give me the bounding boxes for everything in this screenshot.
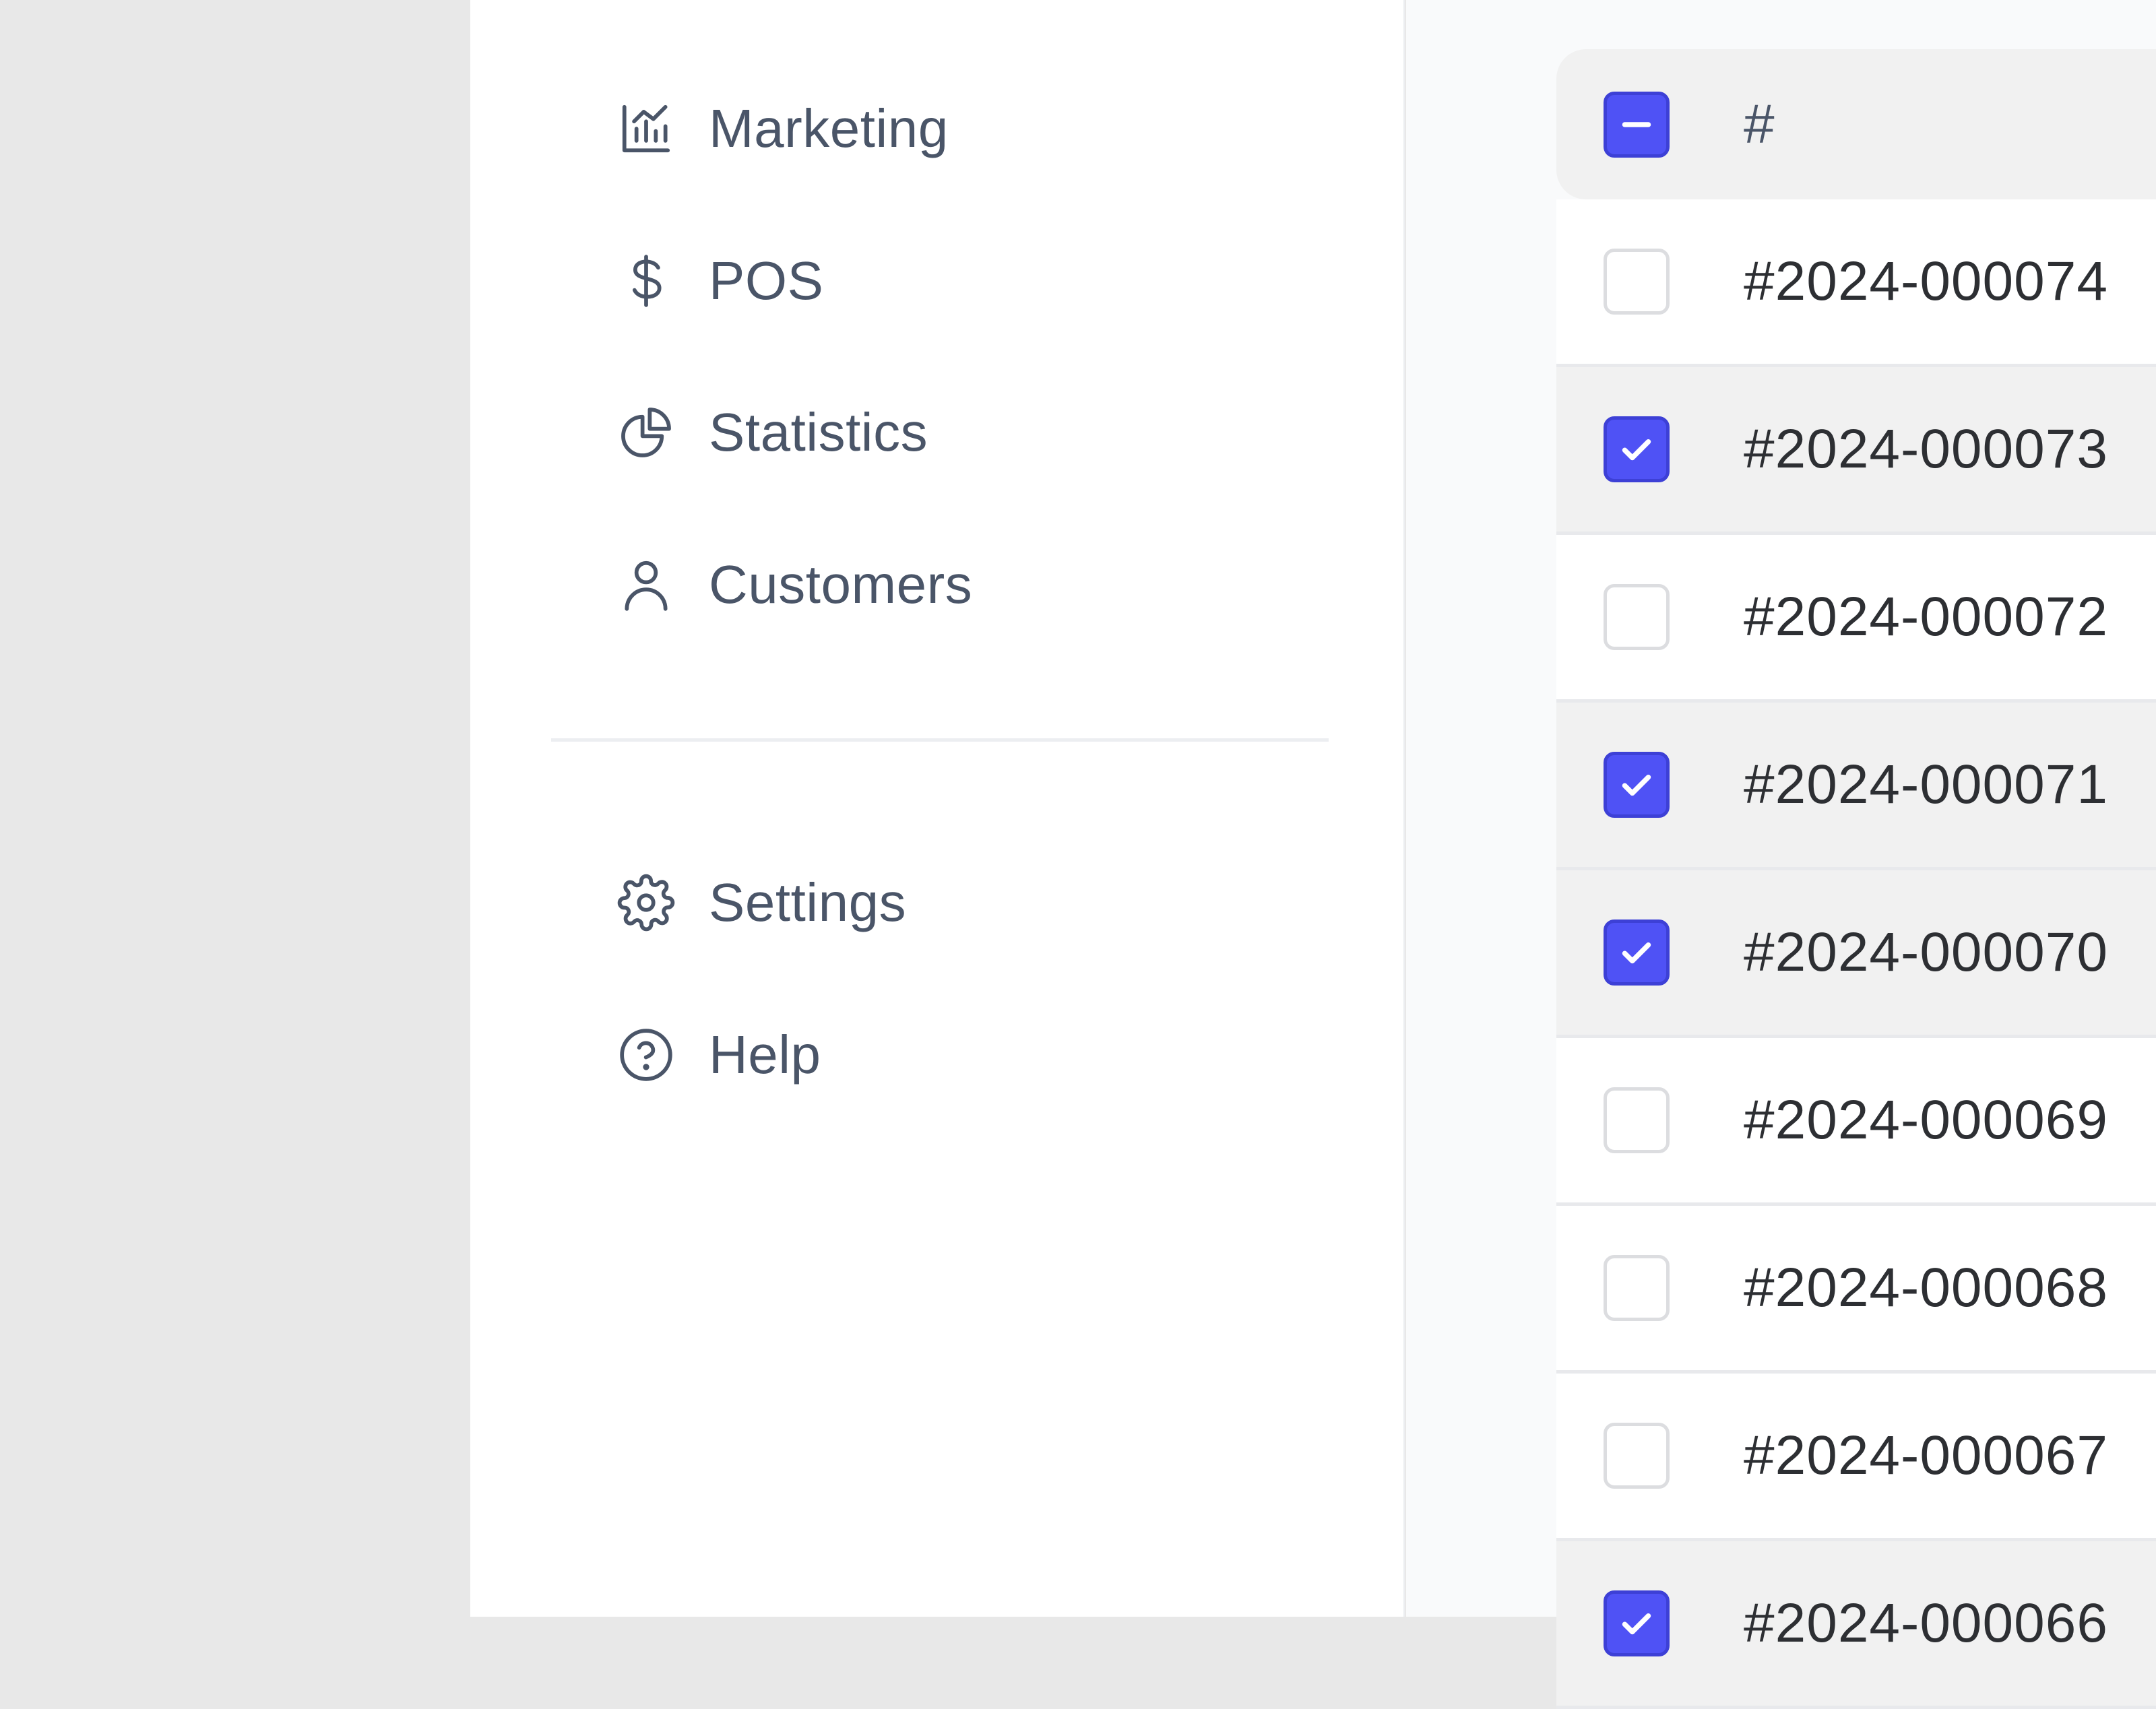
table-row[interactable]: #2024-000070 [1556,870,2156,1038]
gear-icon [617,874,675,932]
table-row[interactable]: #2024-000073 [1556,367,2156,535]
sidebar-item-label: Marketing [709,98,949,158]
sidebar-item-label: Help [709,1025,821,1085]
order-id: #2024-000068 [1744,1257,2108,1318]
check-icon [1622,775,1651,796]
row-checkbox[interactable] [1604,920,1670,986]
check-icon [1622,1613,1651,1635]
row-checkbox[interactable] [1604,1087,1670,1153]
order-id: #2024-000072 [1744,586,2108,647]
row-checkbox[interactable] [1604,752,1670,818]
row-checkbox[interactable] [1604,1255,1670,1321]
column-header-id[interactable]: # [1744,93,1775,156]
sidebar-item-help[interactable]: Help [617,1011,821,1099]
order-id: #2024-000070 [1744,922,2108,983]
backdrop [0,0,470,1617]
check-icon [1622,942,1651,964]
row-checkbox[interactable] [1604,584,1670,650]
dollar-icon [617,252,675,310]
sidebar-item-marketing[interactable]: Marketing [617,85,949,172]
table-row[interactable]: #2024-000066 [1556,1541,2156,1709]
table-header: # [1556,49,2156,199]
sidebar-item-settings[interactable]: Settings [617,859,906,946]
row-checkbox[interactable] [1604,416,1670,482]
table-row[interactable]: #2024-000069 [1556,1038,2156,1206]
row-checkbox[interactable] [1604,1590,1670,1656]
sidebar-item-label: Statistics [709,402,928,462]
sidebar-item-label: Settings [709,872,907,932]
orders-table: # #2024-000074 #2024-000073 #2024-000072 [1556,49,2156,1709]
order-id: #2024-000066 [1744,1592,2108,1654]
chart-icon [617,100,675,158]
sidebar-divider [551,738,1329,742]
sidebar-item-pos[interactable]: POS [617,237,823,325]
order-id: #2024-000067 [1744,1425,2108,1486]
main-content: # #2024-000074 #2024-000073 #2024-000072 [1406,0,2156,1709]
order-id: #2024-000074 [1744,251,2108,312]
table-row[interactable]: #2024-000067 [1556,1374,2156,1541]
sidebar-item-label: Customers [709,554,973,614]
table-row[interactable]: #2024-000074 [1556,199,2156,367]
order-id: #2024-000071 [1744,754,2108,815]
table-body: #2024-000074 #2024-000073 #2024-000072 #… [1556,199,2156,1709]
sidebar: Marketing POS Statistics Customers Setti… [470,0,1405,1617]
user-icon [617,556,675,614]
order-id: #2024-000073 [1744,418,2108,480]
row-checkbox[interactable] [1604,1423,1670,1489]
row-checkbox[interactable] [1604,249,1670,315]
check-icon [1622,439,1651,461]
sidebar-item-statistics[interactable]: Statistics [617,389,928,476]
select-all-checkbox[interactable] [1604,91,1670,158]
app-frame: Marketing POS Statistics Customers Setti… [0,0,2156,1709]
table-row[interactable]: #2024-000072 [1556,535,2156,703]
table-row[interactable]: #2024-000071 [1556,703,2156,870]
order-id: #2024-000069 [1744,1089,2108,1151]
sidebar-item-customers[interactable]: Customers [617,541,972,628]
minus-icon [1622,121,1651,127]
help-circle-icon [617,1026,675,1084]
sidebar-item-label: POS [709,251,824,311]
pie-chart-icon [617,404,675,461]
table-row[interactable]: #2024-000068 [1556,1206,2156,1374]
